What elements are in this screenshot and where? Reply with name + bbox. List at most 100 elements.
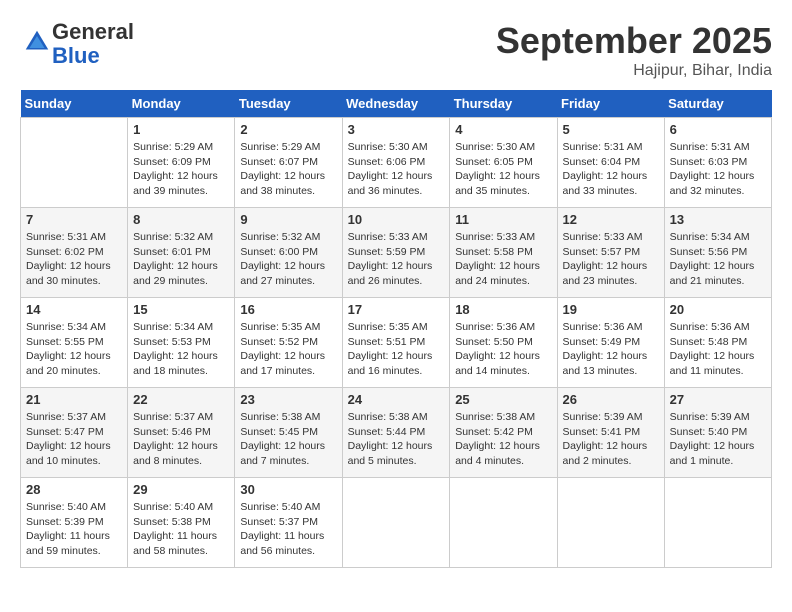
day-info: Sunrise: 5:34 AM Sunset: 5:56 PM Dayligh… [670,230,766,289]
table-row: 23 Sunrise: 5:38 AM Sunset: 5:45 PM Dayli… [235,388,342,478]
day-info: Sunrise: 5:36 AM Sunset: 5:49 PM Dayligh… [563,320,659,379]
day-info: Sunrise: 5:32 AM Sunset: 6:00 PM Dayligh… [240,230,336,289]
day-number: 22 [133,392,229,407]
col-sunday: Sunday [21,90,128,118]
day-number: 5 [563,122,659,137]
table-row: 14 Sunrise: 5:34 AM Sunset: 5:55 PM Dayli… [21,298,128,388]
table-row: 21 Sunrise: 5:37 AM Sunset: 5:47 PM Dayli… [21,388,128,478]
table-row: 13 Sunrise: 5:34 AM Sunset: 5:56 PM Dayli… [664,208,771,298]
day-number: 27 [670,392,766,407]
day-number: 23 [240,392,336,407]
day-info: Sunrise: 5:38 AM Sunset: 5:45 PM Dayligh… [240,410,336,469]
day-info: Sunrise: 5:38 AM Sunset: 5:44 PM Dayligh… [348,410,445,469]
col-friday: Friday [557,90,664,118]
day-info: Sunrise: 5:38 AM Sunset: 5:42 PM Dayligh… [455,410,551,469]
table-row: 11 Sunrise: 5:33 AM Sunset: 5:58 PM Dayli… [450,208,557,298]
day-number: 2 [240,122,336,137]
day-info: Sunrise: 5:33 AM Sunset: 5:58 PM Dayligh… [455,230,551,289]
table-row: 26 Sunrise: 5:39 AM Sunset: 5:41 PM Dayli… [557,388,664,478]
col-tuesday: Tuesday [235,90,342,118]
table-row: 20 Sunrise: 5:36 AM Sunset: 5:48 PM Dayli… [664,298,771,388]
logo: General Blue [20,20,134,68]
day-info: Sunrise: 5:37 AM Sunset: 5:47 PM Dayligh… [26,410,122,469]
table-row: 4 Sunrise: 5:30 AM Sunset: 6:05 PM Daylig… [450,118,557,208]
calendar-header: Sunday Monday Tuesday Wednesday Thursday… [21,90,772,118]
col-thursday: Thursday [450,90,557,118]
table-row: 24 Sunrise: 5:38 AM Sunset: 5:44 PM Dayli… [342,388,450,478]
day-info: Sunrise: 5:31 AM Sunset: 6:03 PM Dayligh… [670,140,766,199]
day-info: Sunrise: 5:37 AM Sunset: 5:46 PM Dayligh… [133,410,229,469]
table-row [342,478,450,568]
table-row: 19 Sunrise: 5:36 AM Sunset: 5:49 PM Dayli… [557,298,664,388]
day-number: 11 [455,212,551,227]
day-info: Sunrise: 5:30 AM Sunset: 6:05 PM Dayligh… [455,140,551,199]
day-info: Sunrise: 5:33 AM Sunset: 5:59 PM Dayligh… [348,230,445,289]
day-number: 13 [670,212,766,227]
calendar-table: Sunday Monday Tuesday Wednesday Thursday… [20,90,772,568]
page-header: General Blue September 2025 Hajipur, Bih… [20,20,772,80]
day-number: 12 [563,212,659,227]
day-number: 6 [670,122,766,137]
location: Hajipur, Bihar, India [496,62,772,80]
calendar-body: 1 Sunrise: 5:29 AM Sunset: 6:09 PM Daylig… [21,118,772,568]
day-number: 26 [563,392,659,407]
title-block: September 2025 Hajipur, Bihar, India [496,20,772,80]
day-info: Sunrise: 5:36 AM Sunset: 5:48 PM Dayligh… [670,320,766,379]
day-number: 19 [563,302,659,317]
day-number: 9 [240,212,336,227]
day-info: Sunrise: 5:34 AM Sunset: 5:53 PM Dayligh… [133,320,229,379]
day-number: 30 [240,482,336,497]
day-number: 14 [26,302,122,317]
day-number: 28 [26,482,122,497]
table-row: 22 Sunrise: 5:37 AM Sunset: 5:46 PM Dayli… [128,388,235,478]
table-row: 16Sunrise: 5:35 AM Sunset: 5:52 PM Dayli… [235,298,342,388]
day-info: Sunrise: 5:36 AM Sunset: 5:50 PM Dayligh… [455,320,551,379]
table-row: 15 Sunrise: 5:34 AM Sunset: 5:53 PM Dayli… [128,298,235,388]
logo-blue: Blue [52,43,100,68]
table-row: 8Sunrise: 5:32 AM Sunset: 6:01 PM Daylig… [128,208,235,298]
day-number: 18 [455,302,551,317]
col-wednesday: Wednesday [342,90,450,118]
table-row [664,478,771,568]
day-number: 20 [670,302,766,317]
table-row: 12 Sunrise: 5:33 AM Sunset: 5:57 PM Dayli… [557,208,664,298]
day-info: Sunrise: 5:40 AM Sunset: 5:38 PM Dayligh… [133,500,229,559]
day-number: 15 [133,302,229,317]
day-info: Sunrise: 5:35 AM Sunset: 5:52 PM Dayligh… [240,320,336,379]
day-number: 4 [455,122,551,137]
logo-icon [22,27,52,57]
table-row: 2Sunrise: 5:29 AM Sunset: 6:07 PM Daylig… [235,118,342,208]
day-info: Sunrise: 5:35 AM Sunset: 5:51 PM Dayligh… [348,320,445,379]
col-monday: Monday [128,90,235,118]
day-info: Sunrise: 5:31 AM Sunset: 6:02 PM Dayligh… [26,230,122,289]
table-row: 25Sunrise: 5:38 AM Sunset: 5:42 PM Dayli… [450,388,557,478]
table-row [21,118,128,208]
table-row: 27Sunrise: 5:39 AM Sunset: 5:40 PM Dayli… [664,388,771,478]
day-info: Sunrise: 5:29 AM Sunset: 6:09 PM Dayligh… [133,140,229,199]
day-info: Sunrise: 5:40 AM Sunset: 5:37 PM Dayligh… [240,500,336,559]
table-row: 3Sunrise: 5:30 AM Sunset: 6:06 PM Daylig… [342,118,450,208]
day-number: 1 [133,122,229,137]
day-number: 29 [133,482,229,497]
logo-general: General [52,19,134,44]
day-info: Sunrise: 5:34 AM Sunset: 5:55 PM Dayligh… [26,320,122,379]
table-row: 1 Sunrise: 5:29 AM Sunset: 6:09 PM Daylig… [128,118,235,208]
table-row: 17 Sunrise: 5:35 AM Sunset: 5:51 PM Dayli… [342,298,450,388]
day-info: Sunrise: 5:40 AM Sunset: 5:39 PM Dayligh… [26,500,122,559]
day-number: 7 [26,212,122,227]
day-info: Sunrise: 5:33 AM Sunset: 5:57 PM Dayligh… [563,230,659,289]
table-row: 7 Sunrise: 5:31 AM Sunset: 6:02 PM Daylig… [21,208,128,298]
table-row: 10 Sunrise: 5:33 AM Sunset: 5:59 PM Dayli… [342,208,450,298]
day-number: 17 [348,302,445,317]
day-info: Sunrise: 5:39 AM Sunset: 5:41 PM Dayligh… [563,410,659,469]
day-info: Sunrise: 5:30 AM Sunset: 6:06 PM Dayligh… [348,140,445,199]
table-row: 28 Sunrise: 5:40 AM Sunset: 5:39 PM Dayli… [21,478,128,568]
day-number: 10 [348,212,445,227]
day-info: Sunrise: 5:31 AM Sunset: 6:04 PM Dayligh… [563,140,659,199]
day-info: Sunrise: 5:32 AM Sunset: 6:01 PM Dayligh… [133,230,229,289]
day-number: 21 [26,392,122,407]
day-number: 24 [348,392,445,407]
month-title: September 2025 [496,20,772,62]
table-row: 9 Sunrise: 5:32 AM Sunset: 6:00 PM Daylig… [235,208,342,298]
col-saturday: Saturday [664,90,771,118]
